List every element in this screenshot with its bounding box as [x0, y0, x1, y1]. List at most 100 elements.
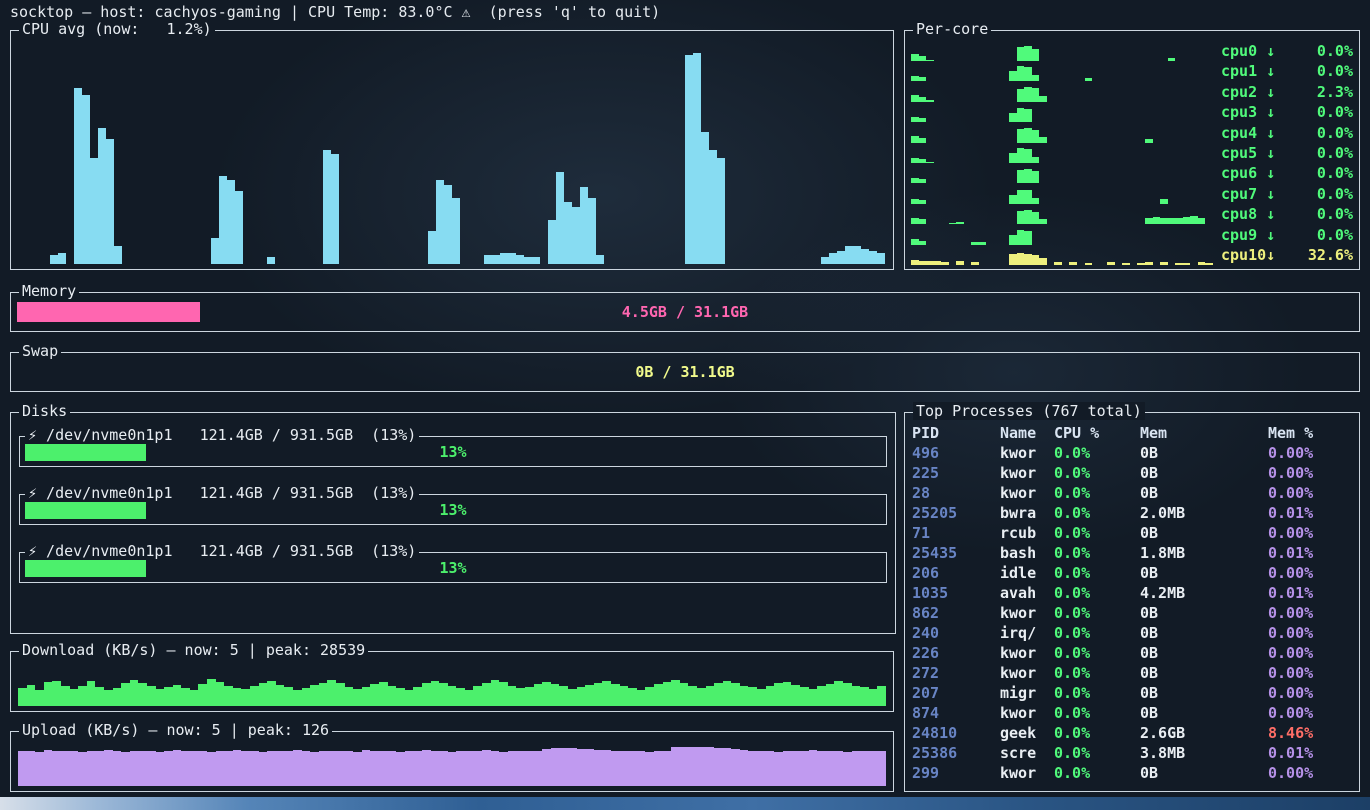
process-cell: 0.0% [1054, 563, 1140, 583]
chart-bar [121, 683, 130, 706]
chart-bar [82, 95, 90, 264]
chart-bar [1017, 190, 1025, 204]
process-cell: 0.01% [1268, 543, 1352, 563]
chart-bar [439, 683, 448, 706]
top-processes-panel-title: Top Processes (767 total) [913, 402, 1145, 420]
core-value: 2.3% [1317, 83, 1353, 101]
chart-bar [319, 683, 328, 706]
chart-bar [74, 88, 82, 264]
core-spark-chart [911, 105, 1213, 122]
process-cell: 2.0MB [1140, 503, 1268, 523]
process-cell: bwra [1000, 503, 1054, 523]
disk-item: ⚡ /dev/nvme0n1p1 121.4GB / 931.5GB (13%)… [19, 494, 887, 525]
core-name: cpu0 ↓ [1221, 42, 1275, 60]
chart-bar [580, 187, 588, 264]
cpu-avg-panel: CPU avg (now: 1.2%) [10, 30, 894, 270]
memory-gauge-label: 4.5GB / 31.1GB [11, 293, 1359, 331]
core-spark-chart [911, 64, 1213, 81]
chart-bar [276, 685, 285, 706]
chart-bar [52, 751, 61, 786]
process-row: 226kwor0.0%0B0.00% [912, 643, 1352, 663]
chart-bar [697, 688, 706, 706]
chart-bar [1032, 198, 1040, 204]
chart-bar [1017, 253, 1025, 265]
core-spark-chart [911, 126, 1213, 143]
chart-bar [532, 257, 540, 264]
chart-bar [693, 53, 701, 264]
chart-bar [843, 752, 852, 786]
core-value: 0.0% [1317, 124, 1353, 142]
desktop-wallpaper-strip [0, 797, 1370, 810]
chart-bar [70, 689, 79, 706]
process-cell: 0.01% [1268, 583, 1352, 603]
chart-bar [919, 159, 927, 163]
process-cell: 0.00% [1268, 623, 1352, 643]
core-label: cpu6 ↓0.0% [1221, 163, 1353, 183]
chart-bar [327, 751, 336, 786]
chart-bar [731, 749, 740, 786]
chart-bar [919, 77, 927, 82]
process-cell: 0B [1140, 603, 1268, 623]
chart-bar [919, 179, 927, 183]
chart-bar [216, 751, 225, 786]
chart-bar [1198, 218, 1206, 224]
column-header: Mem [1140, 423, 1268, 443]
chart-bar [1024, 254, 1032, 265]
upload-history-chart [18, 745, 886, 786]
disks-panel-title: Disks [19, 402, 70, 420]
process-cell: 71 [912, 523, 1000, 543]
core-spark-chart [911, 248, 1213, 265]
chart-bar [934, 261, 942, 265]
process-cell: rcub [1000, 523, 1054, 543]
disk-title: ⚡ /dev/nvme0n1p1 121.4GB / 931.5GB (13%) [25, 484, 419, 502]
chart-bar [353, 752, 362, 786]
process-cell: kwor [1000, 703, 1054, 723]
process-cell: idle [1000, 563, 1054, 583]
process-cell: 1035 [912, 583, 1000, 603]
chart-bar [362, 687, 371, 706]
chart-bar [548, 220, 556, 264]
chart-bar [484, 255, 492, 264]
chart-bar [1198, 262, 1206, 265]
process-cell: 24810 [912, 723, 1000, 743]
chart-bar [688, 747, 697, 786]
process-cell: 0.00% [1268, 683, 1352, 703]
process-cell: migr [1000, 683, 1054, 703]
chart-bar [602, 750, 611, 786]
chart-bar [207, 752, 216, 786]
chart-bar [800, 687, 809, 706]
chart-bar [104, 750, 113, 786]
chart-bar [473, 686, 482, 706]
process-cell: 0.0% [1054, 743, 1140, 763]
chart-bar [1017, 211, 1025, 224]
chart-bar [331, 154, 339, 264]
chart-bar [508, 253, 516, 264]
chart-bar [971, 262, 979, 265]
chart-bar [556, 172, 564, 264]
chart-bar [843, 683, 852, 706]
chart-bar [645, 687, 654, 706]
chart-bar [919, 138, 927, 142]
process-cell: bash [1000, 543, 1054, 563]
chart-bar [70, 751, 79, 786]
chart-bar [564, 202, 572, 264]
chart-bar [473, 751, 482, 786]
chart-bar [1183, 217, 1191, 224]
process-cell: 0B [1140, 763, 1268, 783]
process-cell: 0.00% [1268, 643, 1352, 663]
chart-bar [302, 688, 311, 706]
chart-bar [663, 682, 672, 706]
chart-bar [654, 684, 663, 706]
chart-bar [61, 686, 70, 706]
chart-bar [1137, 263, 1145, 265]
chart-bar [706, 747, 715, 786]
chart-bar [233, 688, 242, 706]
disk-title: ⚡ /dev/nvme0n1p1 121.4GB / 931.5GB (13%) [25, 542, 419, 560]
chart-bar [869, 751, 878, 786]
process-cell: 0.0% [1054, 643, 1140, 663]
chart-bar [1160, 218, 1168, 224]
per-core-panel-title: Per-core [913, 20, 991, 38]
chart-bar [637, 751, 646, 786]
chart-bar [147, 751, 156, 786]
chart-bar [911, 54, 919, 61]
